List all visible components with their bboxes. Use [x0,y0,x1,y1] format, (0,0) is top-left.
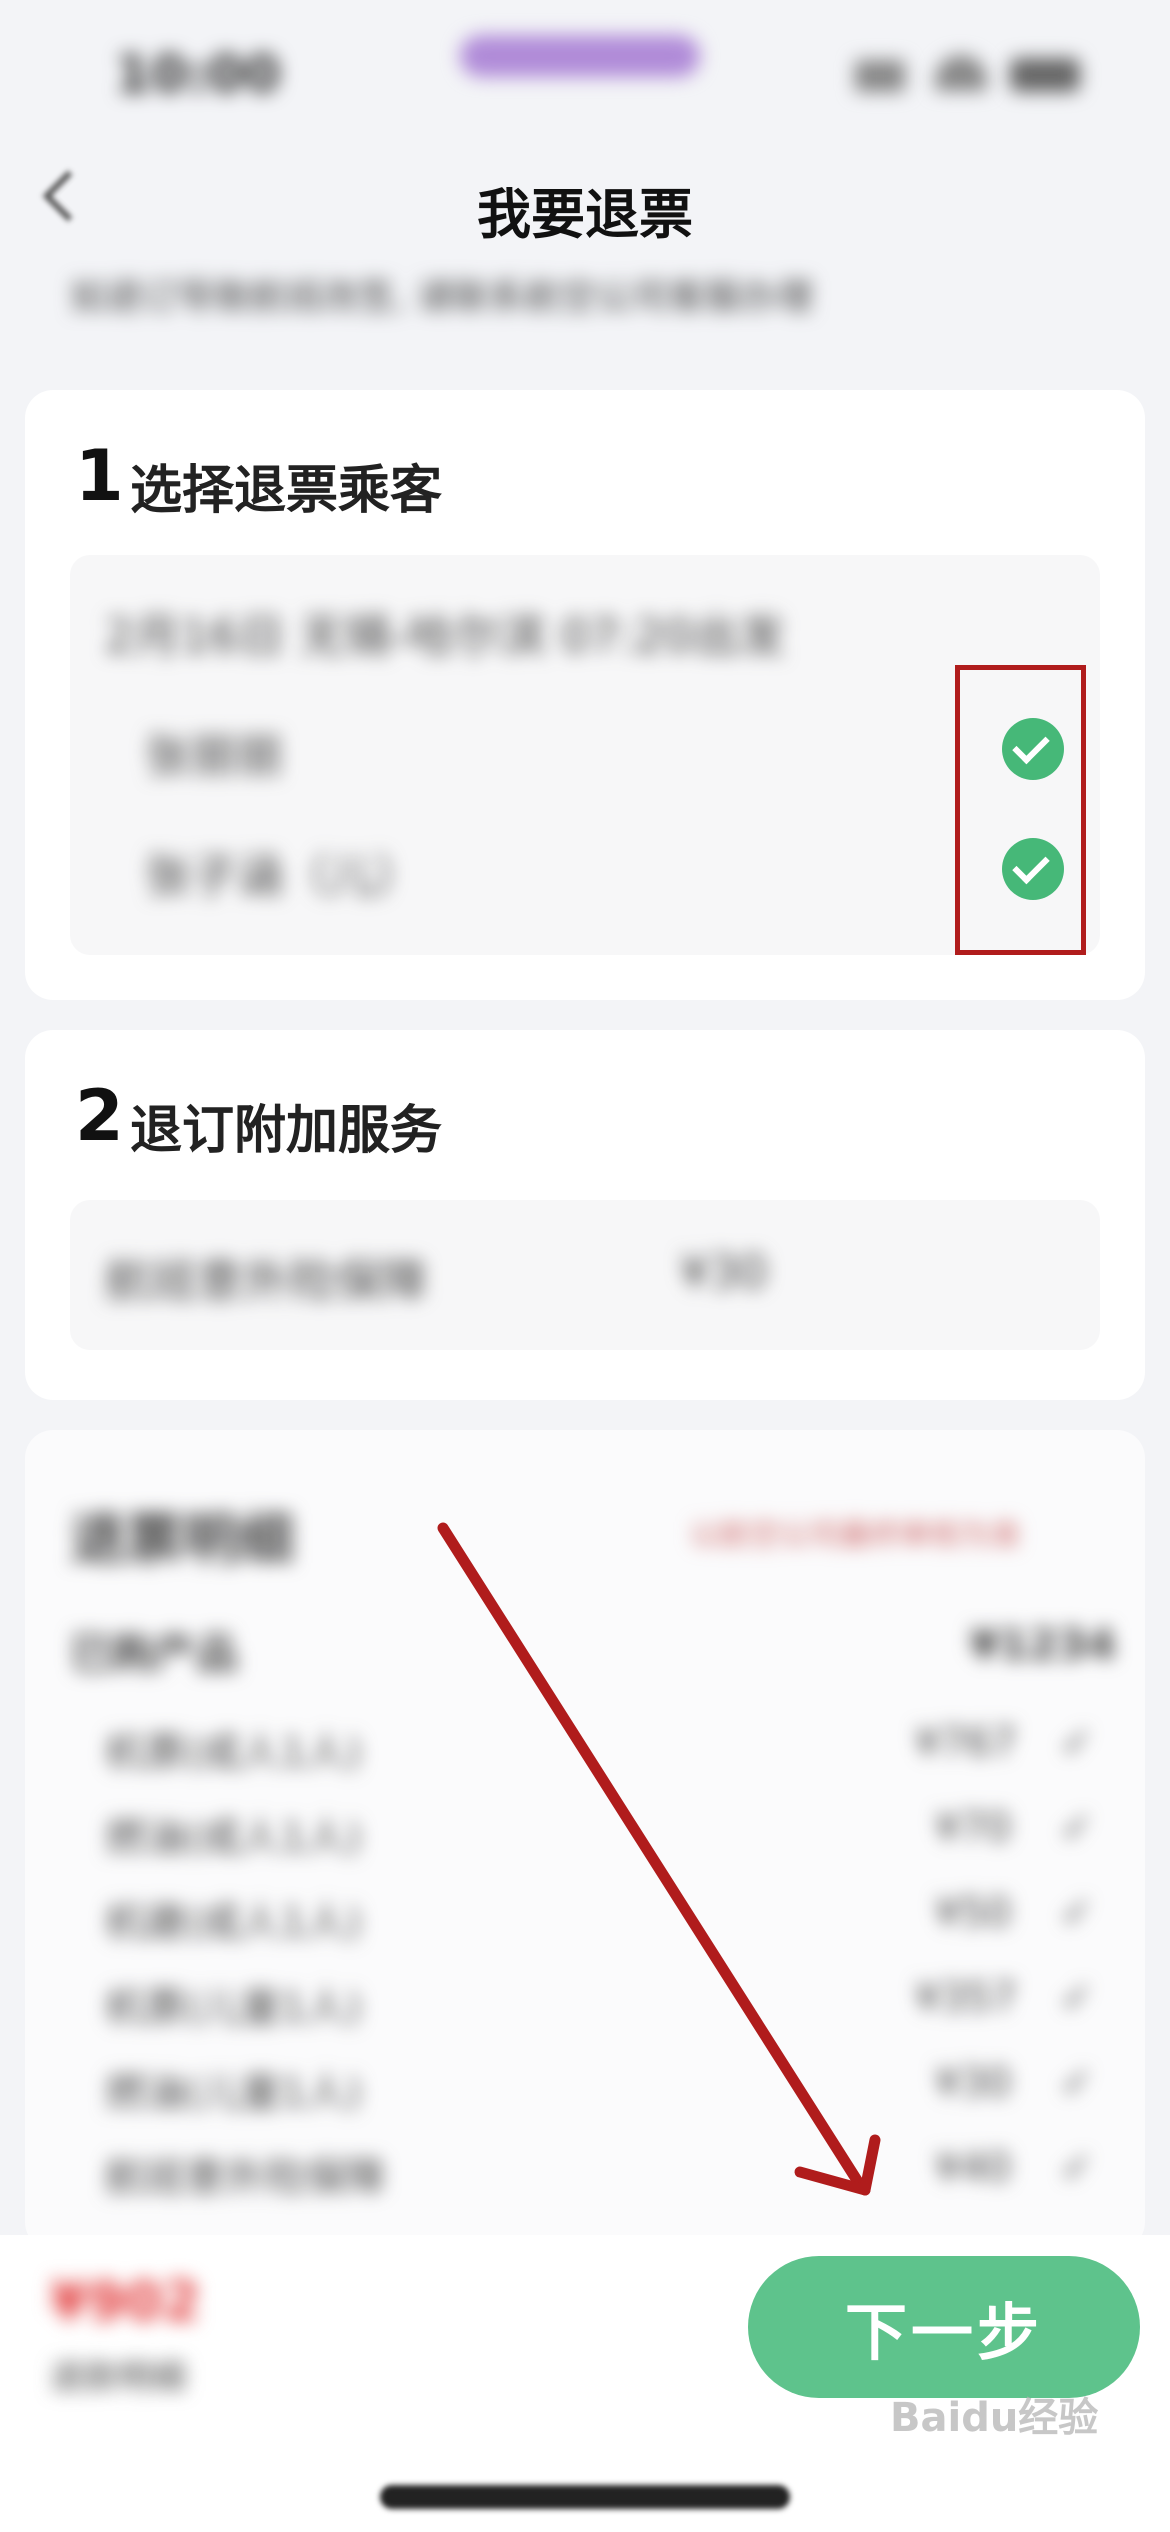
refund-total: ¥902 [50,2270,201,2333]
refund-detail-link[interactable]: 退款明细 [50,2350,186,2399]
annotation-arrow [437,1522,881,2196]
home-indicator [380,2485,790,2509]
baidu-watermark: Baidu经验 [890,2395,1099,2441]
next-step-button[interactable]: 下一步 [748,2256,1140,2398]
